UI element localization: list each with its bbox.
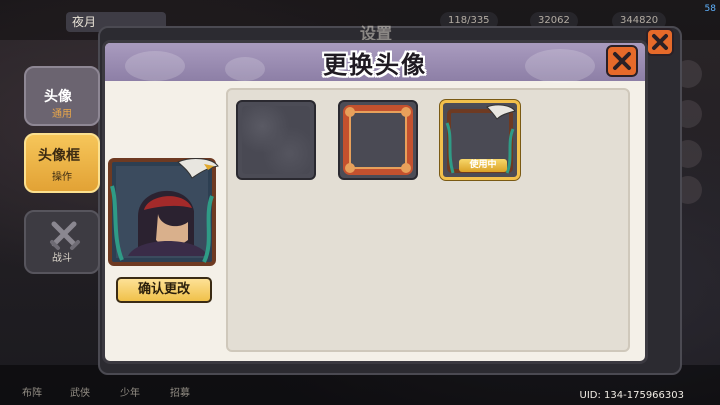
tab-battle[interactable]: 战斗 [24,210,100,274]
tab-general-label: 通用 [52,109,72,120]
settings-close-icon[interactable] [646,28,674,56]
in-use-badge: 使用中 [459,159,507,172]
frame-option-default[interactable] [236,100,316,180]
fps-counter: 58 [704,4,716,14]
bottom-item-lineup[interactable]: 布阵 [22,384,42,399]
frame-option-flame[interactable] [338,100,418,180]
frame-grid: 使用中 [226,88,630,352]
close-icon [613,52,631,70]
sword-icon [50,221,80,250]
tab-frame-label: 头像框 [38,148,80,164]
bottom-item-heroes[interactable]: 武侠 [70,384,90,399]
tab-avatar-frame[interactable]: 头像框 操作 [24,133,100,193]
tab-operation-label: 操作 [52,172,72,183]
confirm-change-button[interactable]: 确认更改 [116,277,212,303]
tab-avatar[interactable]: 头像 通用 [24,66,100,126]
modal-header: 更换头像 [105,43,645,83]
modal-title: 更换头像 [323,51,427,79]
frame-option-eagle[interactable]: 使用中 [440,100,520,180]
uid-label: UID: 134-175966303 [579,390,684,401]
tab-battle-label: 战斗 [52,253,72,264]
close-button[interactable] [606,45,638,77]
flame-frame-icon [343,105,413,175]
tab-avatar-label: 头像 [44,89,72,105]
bottom-item-youth[interactable]: 少年 [120,384,140,399]
avatar-preview [108,158,219,266]
frame-background [242,106,310,174]
bottom-item-recruit[interactable]: 招募 [170,384,190,399]
